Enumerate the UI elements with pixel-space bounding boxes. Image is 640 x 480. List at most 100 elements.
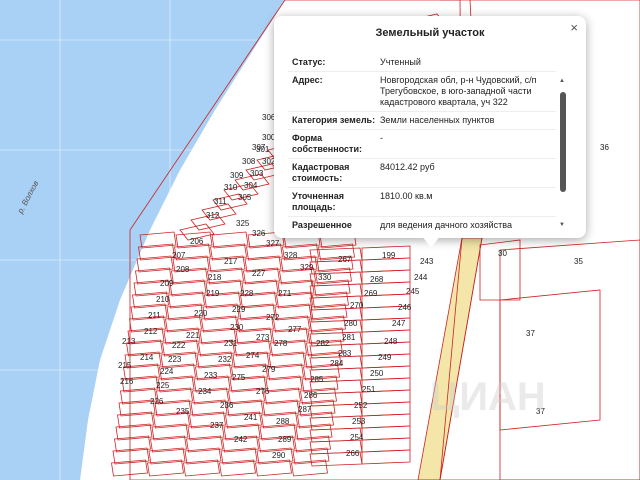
- plot-number-label: 305: [238, 193, 252, 202]
- row-key: Кадастровая стоимость:: [292, 162, 350, 183]
- plot-number-label: 267: [338, 255, 352, 264]
- plot-number-label: 281: [342, 333, 356, 342]
- plot-number-label: 309: [230, 171, 244, 180]
- plot-number-label: 278: [274, 339, 288, 348]
- plot-number-label: 230: [230, 323, 244, 332]
- plot-number-label: 217: [224, 257, 238, 266]
- plot-number-label: 234: [198, 387, 212, 396]
- popup-pointer: [422, 236, 440, 248]
- plot-number-label: 235: [176, 407, 190, 416]
- plot-number-label: 245: [406, 287, 420, 296]
- table-row: Категория земель: Земли населенных пункт…: [288, 112, 556, 130]
- plot-number-label: 308: [242, 157, 256, 166]
- plot-number-label: 221: [186, 331, 200, 340]
- plot-number-label: 209: [160, 279, 174, 288]
- plot-number-label: 243: [420, 257, 434, 266]
- plot-number-label: 276: [256, 387, 270, 396]
- plot-number-label: 274: [246, 351, 260, 360]
- scroll-thumb[interactable]: [560, 92, 566, 192]
- plot-number-label: 288: [276, 417, 290, 426]
- plot-number-label: 270: [350, 301, 364, 310]
- plot-number-label: 225: [156, 381, 170, 390]
- plot-number-label: 252: [354, 401, 368, 410]
- plot-number-label: 329: [300, 263, 314, 272]
- row-value: Новгородская обл, р-н Чудовский, с/п Тре…: [380, 75, 537, 107]
- plot-number-label: 242: [234, 435, 248, 444]
- plot-number-label: 303: [250, 169, 264, 178]
- close-icon[interactable]: ×: [570, 20, 578, 36]
- plot-number-label: 212: [144, 327, 158, 336]
- plot-number-label: 36: [600, 143, 609, 152]
- plot-number-label: 223: [168, 355, 182, 364]
- plot-number-label: 227: [252, 269, 266, 278]
- row-value: 1810.00 кв.м: [380, 191, 433, 201]
- plot-number-label: 30: [498, 249, 507, 258]
- plot-number-label: 247: [392, 319, 406, 328]
- plot-number-label: 37: [526, 329, 535, 338]
- plot-number-label: 268: [370, 275, 384, 284]
- plot-number-label: 326: [252, 229, 266, 238]
- plot-number-label: 328: [284, 251, 298, 260]
- plot-number-label: 277: [288, 325, 302, 334]
- table-row: Адрес: Новгородская обл, р-н Чудовский, …: [288, 72, 556, 112]
- row-key: Адрес:: [292, 75, 323, 85]
- plot-number-label: 248: [384, 337, 398, 346]
- attributes-table: Статус: Учтенный Адрес: Новгородская обл…: [288, 54, 556, 230]
- plot-number-label: 214: [140, 353, 154, 362]
- plot-number-label: 254: [350, 433, 364, 442]
- table-row: Статус: Учтенный: [288, 54, 556, 72]
- plot-number-label: 327: [266, 239, 280, 248]
- plot-number-label: 241: [244, 413, 258, 422]
- plot-number-label: 218: [208, 273, 222, 282]
- plot-number-label: 251: [362, 385, 376, 394]
- plot-number-label: 266: [346, 449, 360, 458]
- plot-number-label: 233: [204, 371, 218, 380]
- plot-number-label: 224: [160, 367, 174, 376]
- plot-number-label: 280: [344, 319, 358, 328]
- popup-scrollbar[interactable]: ▲ ▼: [559, 74, 566, 228]
- plot-number-label: 283: [338, 349, 352, 358]
- row-value: для ведения дачного хозяйства: [380, 220, 512, 230]
- table-row: Уточненная площадь: 1810.00 кв.м: [288, 188, 556, 217]
- plot-number-label: 213: [122, 337, 136, 346]
- plot-number-label: 310: [224, 183, 238, 192]
- plot-number-label: 249: [378, 353, 392, 362]
- table-row: Кадастровая стоимость: 84012.42 руб: [288, 159, 556, 188]
- plot-number-label: 285: [310, 375, 324, 384]
- plot-number-label: 226: [150, 397, 164, 406]
- plot-number-label: 269: [364, 289, 378, 298]
- plot-number-label: 290: [272, 451, 286, 460]
- plot-number-label: 275: [232, 373, 246, 382]
- plot-number-label: 236: [220, 401, 234, 410]
- popup-title: Земельный участок: [375, 27, 485, 39]
- plot-number-label: 304: [244, 181, 258, 190]
- plot-number-label: 311: [214, 197, 227, 206]
- scroll-up-icon[interactable]: ▲: [559, 78, 565, 84]
- table-row: Форма собственности: -: [288, 130, 556, 159]
- plot-number-label: 206: [190, 237, 204, 246]
- plot-number-label: 244: [414, 273, 428, 282]
- plot-number-label: 307: [252, 143, 266, 152]
- plot-number-label: 312: [206, 211, 220, 220]
- plot-number-label: 325: [236, 219, 250, 228]
- scroll-down-icon[interactable]: ▼: [559, 222, 565, 228]
- plot-number-label: 271: [278, 289, 292, 298]
- row-value: -: [380, 133, 383, 143]
- plot-number-label: 216: [120, 377, 134, 386]
- plot-number-label: 220: [194, 309, 208, 318]
- plot-number-label: 35: [574, 257, 583, 266]
- plot-number-label: 246: [398, 303, 412, 312]
- row-key: Статус:: [292, 57, 326, 67]
- row-value: 84012.42 руб: [380, 162, 435, 172]
- row-value: Учтенный: [380, 57, 421, 67]
- plot-number-label: 330: [318, 273, 332, 282]
- row-key: Форма собственности:: [292, 133, 362, 154]
- plot-number-label: 273: [256, 333, 270, 342]
- plot-number-label: 272: [266, 313, 280, 322]
- plot-number-label: 228: [240, 289, 254, 298]
- plot-number-label: 237: [210, 421, 224, 430]
- cian-watermark: ЦИАН: [430, 375, 546, 419]
- plot-number-label: 279: [262, 365, 276, 374]
- plot-number-label: 215: [118, 361, 132, 370]
- plot-number-label: 282: [316, 339, 330, 348]
